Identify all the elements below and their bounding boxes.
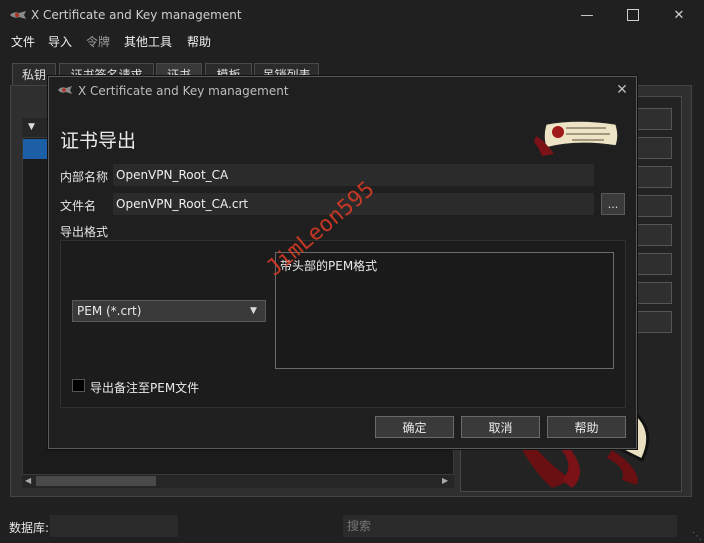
window-title: X Certificate and Key management (31, 8, 242, 22)
menu-help[interactable]: 帮助 (187, 33, 211, 50)
menu-token[interactable]: 令牌 (86, 33, 110, 50)
scroll-right-icon[interactable]: ▶ (442, 476, 448, 485)
maximize-button[interactable] (610, 0, 656, 30)
dialog-title: X Certificate and Key management (78, 84, 289, 98)
dialog-heading: 证书导出 (60, 130, 137, 152)
app-logo-icon (10, 11, 26, 19)
close-icon: ✕ (673, 7, 685, 23)
format-select[interactable]: PEM (*.crt) (72, 300, 266, 322)
menu-file[interactable]: 文件 (11, 33, 35, 50)
expand-chevron-icon[interactable]: ▼ (28, 122, 35, 132)
menu-import[interactable]: 导入 (48, 33, 72, 50)
chevron-down-icon: ▼ (250, 306, 257, 316)
internal-name-field[interactable] (113, 164, 594, 186)
export-format-label: 导出格式 (60, 225, 109, 239)
dialog-logo-icon (58, 86, 72, 94)
filename-label: 文件名 (60, 199, 97, 213)
maximize-icon (627, 9, 639, 21)
close-button[interactable]: ✕ (656, 0, 702, 30)
help-button[interactable]: 帮助 (547, 416, 626, 438)
search-input[interactable] (343, 515, 677, 537)
browse-button[interactable]: ... (601, 193, 625, 215)
export-comment-checkbox[interactable] (72, 379, 85, 392)
resize-grip-icon[interactable]: ⋱ (692, 531, 702, 542)
close-icon: ✕ (616, 82, 628, 98)
cancel-button[interactable]: 取消 (461, 416, 540, 438)
database-field (50, 515, 178, 537)
minimize-button[interactable]: — (564, 0, 610, 30)
menu-other-tools[interactable]: 其他工具 (124, 33, 172, 50)
scrollbar-thumb[interactable] (36, 476, 156, 486)
list-item-selected[interactable] (23, 139, 47, 159)
scroll-logo-icon (534, 120, 619, 156)
dialog-close-button[interactable]: ✕ (612, 80, 632, 100)
format-selected-value: PEM (*.crt) (77, 304, 142, 318)
database-label: 数据库: (9, 521, 50, 535)
minimize-icon: — (580, 7, 594, 23)
internal-name-label: 内部名称 (60, 170, 109, 184)
export-comment-label[interactable]: 导出备注至PEM文件 (90, 379, 199, 396)
scroll-left-icon[interactable]: ◀ (25, 476, 31, 485)
ok-button[interactable]: 确定 (375, 416, 454, 438)
